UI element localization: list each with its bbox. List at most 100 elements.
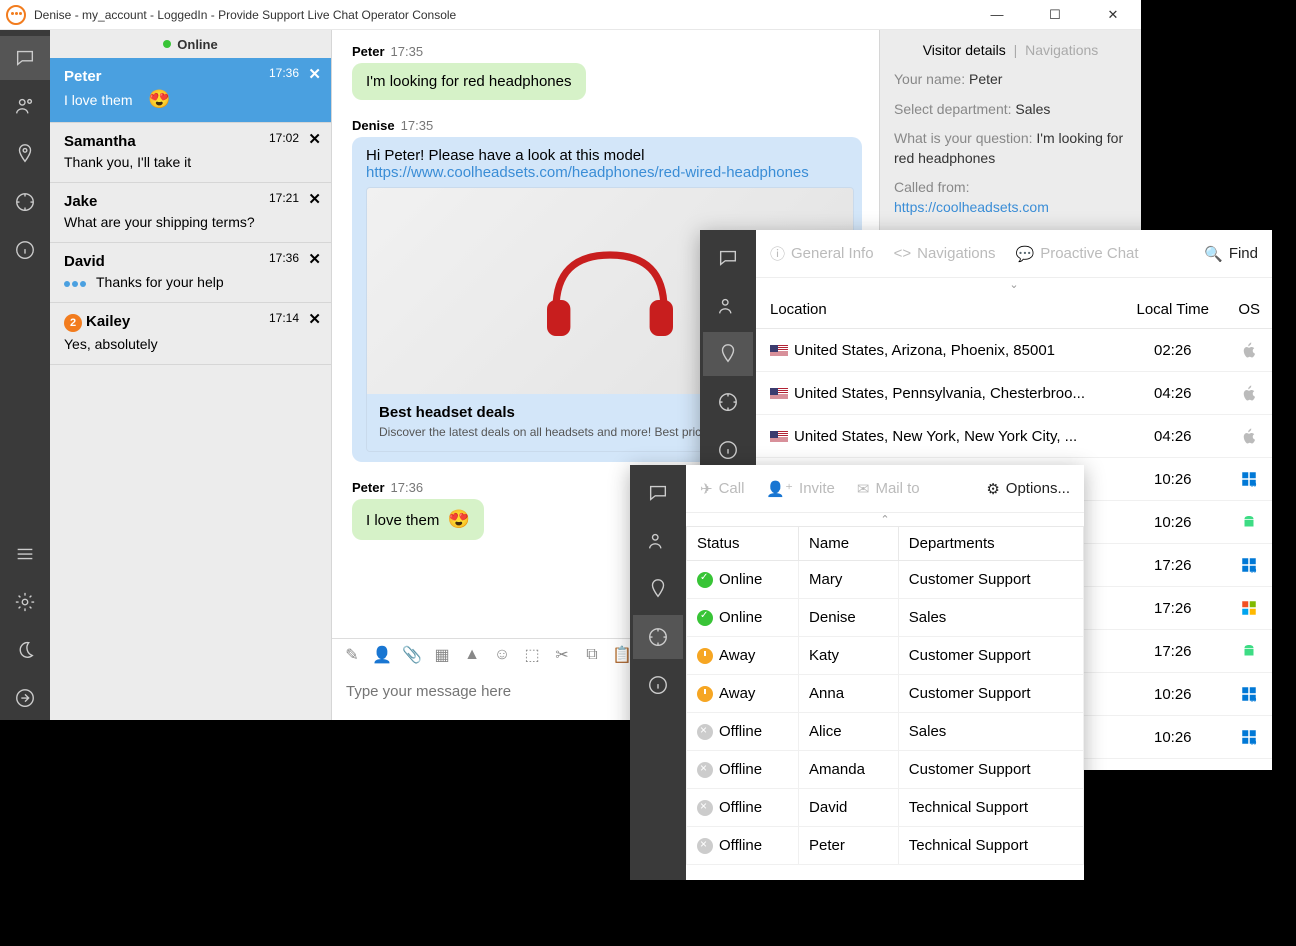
chat-item[interactable]: David Thanks for your help 17:36 ✕ (50, 243, 331, 303)
visitor-message: I love them 😍 (352, 499, 484, 540)
info-icon: ⓘ (770, 243, 785, 264)
col-local-time[interactable]: Local Time (1119, 291, 1226, 329)
operator-row[interactable]: Offline David Technical Support (687, 789, 1084, 827)
nav-chats[interactable] (703, 236, 753, 280)
tab-visitor-details[interactable]: Visitor details (923, 42, 1006, 58)
visitor-row[interactable]: United States, Arizona, Phoenix, 85001 0… (756, 329, 1272, 372)
tab-navigations[interactable]: <>Navigations (894, 245, 996, 262)
chat-item[interactable]: Peter I love them 😍 17:36 ✕ (50, 58, 331, 123)
operator-status: Offline (697, 837, 788, 854)
nav-location[interactable] (633, 567, 683, 611)
invite-button[interactable]: 👤⁺Invite (766, 480, 834, 498)
nav-location[interactable] (0, 132, 50, 176)
mail-button[interactable]: ✉Mail to (857, 480, 920, 498)
chevron-up-icon[interactable]: ⌃ (686, 513, 1084, 526)
col-name[interactable]: Name (799, 527, 899, 561)
visitor-os (1226, 630, 1272, 673)
nav-location[interactable] (703, 332, 753, 376)
nav-visitors[interactable] (703, 284, 753, 328)
nav-info[interactable] (0, 228, 50, 272)
copy-icon[interactable]: ⧉ (582, 645, 602, 665)
operator-row[interactable]: Online Mary Customer Support (687, 561, 1084, 599)
options-button[interactable]: ⚙Options... (986, 480, 1070, 498)
paste-icon[interactable]: 📋 (612, 645, 632, 665)
nav-logout[interactable] (0, 676, 50, 720)
visitor-row[interactable]: United States, New York, New York City, … (756, 415, 1272, 458)
close-chat-icon[interactable]: ✕ (308, 310, 321, 328)
visitor-os (1226, 501, 1272, 544)
svg-text:10: 10 (1251, 741, 1257, 747)
unread-badge: 2 (64, 314, 82, 332)
nav-visitors[interactable] (0, 84, 50, 128)
close-button[interactable]: ✕ (1093, 7, 1133, 23)
visitor-os (1226, 329, 1272, 372)
tab-general-info[interactable]: ⓘGeneral Info (770, 243, 874, 264)
nav-operators[interactable] (703, 380, 753, 424)
add-user-icon[interactable]: 👤 (372, 645, 392, 665)
nav-menu[interactable] (0, 532, 50, 576)
msg-time: 17:35 (401, 118, 434, 133)
app-icon (6, 5, 26, 25)
ops-iconbar (630, 465, 686, 880)
operator-status: Away (697, 685, 788, 702)
nav-chats[interactable] (633, 471, 683, 515)
operator-row[interactable]: Offline Amanda Customer Support (687, 751, 1084, 789)
close-chat-icon[interactable]: ✕ (308, 190, 321, 208)
close-chat-icon[interactable]: ✕ (308, 250, 321, 268)
us-flag-icon (770, 345, 788, 357)
chevron-down-icon[interactable]: ⌄ (756, 278, 1272, 291)
find-button[interactable]: 🔍Find (1204, 245, 1258, 263)
operator-row[interactable]: Away Anna Customer Support (687, 675, 1084, 713)
chat-preview: Yes, absolutely (64, 336, 319, 352)
visitor-row[interactable]: United States, Pennsylvania, Chesterbroo… (756, 372, 1272, 415)
operator-dept: Customer Support (898, 561, 1083, 599)
nav-info[interactable] (633, 663, 683, 707)
close-chat-icon[interactable]: ✕ (308, 65, 321, 83)
attach-icon[interactable]: 📎 (402, 645, 422, 665)
select-icon[interactable]: ⬚ (522, 645, 542, 665)
nav-night[interactable] (0, 628, 50, 672)
nav-chats[interactable] (0, 36, 50, 80)
visitor-os: 10 (1226, 544, 1272, 587)
nav-operators[interactable] (0, 180, 50, 224)
visitor-os (1226, 415, 1272, 458)
tab-navigations[interactable]: Navigations (1025, 42, 1098, 58)
called-from-link[interactable]: https://coolheadsets.com (894, 199, 1049, 215)
visitor-time: 10:26 (1119, 673, 1226, 716)
nav-operators[interactable] (633, 615, 683, 659)
call-icon: ✈ (700, 480, 713, 498)
maximize-button[interactable]: ☐ (1035, 7, 1075, 23)
operator-dept: Sales (898, 599, 1083, 637)
call-button[interactable]: ✈Call (700, 480, 744, 498)
product-link[interactable]: https://www.coolheadsets.com/headphones/… (366, 164, 809, 181)
visitor-location: United States, Arizona, Phoenix, 85001 (756, 329, 1119, 372)
chat-item[interactable]: Samantha Thank you, I'll take it 17:02 ✕ (50, 123, 331, 183)
chat-preview: I love them 😍 (64, 89, 319, 110)
image-icon[interactable]: ▦ (432, 645, 452, 665)
image2-icon[interactable]: ▲ (462, 645, 482, 665)
col-departments[interactable]: Departments (898, 527, 1083, 561)
status-indicator[interactable]: Online (50, 30, 331, 58)
operator-status: Away (697, 647, 788, 664)
operator-row[interactable]: Offline Peter Technical Support (687, 827, 1084, 865)
nav-visitors[interactable] (633, 519, 683, 563)
nav-settings[interactable] (0, 580, 50, 624)
col-os[interactable]: OS (1226, 291, 1272, 329)
col-status[interactable]: Status (687, 527, 799, 561)
chat-item[interactable]: Jake What are your shipping terms? 17:21… (50, 183, 331, 243)
typing-icon (64, 274, 88, 290)
emoji-icon[interactable]: ☺ (492, 645, 512, 665)
chat-item[interactable]: 2Kailey Yes, absolutely 17:14 ✕ (50, 303, 331, 365)
col-location[interactable]: Location (756, 291, 1119, 329)
operator-row[interactable]: Offline Alice Sales (687, 713, 1084, 751)
minimize-button[interactable]: — (977, 7, 1017, 23)
svg-text:10: 10 (1251, 698, 1257, 704)
cut-icon[interactable]: ✂ (552, 645, 572, 665)
operator-row[interactable]: Online Denise Sales (687, 599, 1084, 637)
operator-row[interactable]: Away Katy Customer Support (687, 637, 1084, 675)
tab-proactive[interactable]: 💬Proactive Chat (1016, 245, 1139, 263)
operator-name: Denise (799, 599, 899, 637)
close-chat-icon[interactable]: ✕ (308, 130, 321, 148)
operator-dept: Sales (898, 713, 1083, 751)
canned-icon[interactable]: ✎ (342, 645, 362, 665)
